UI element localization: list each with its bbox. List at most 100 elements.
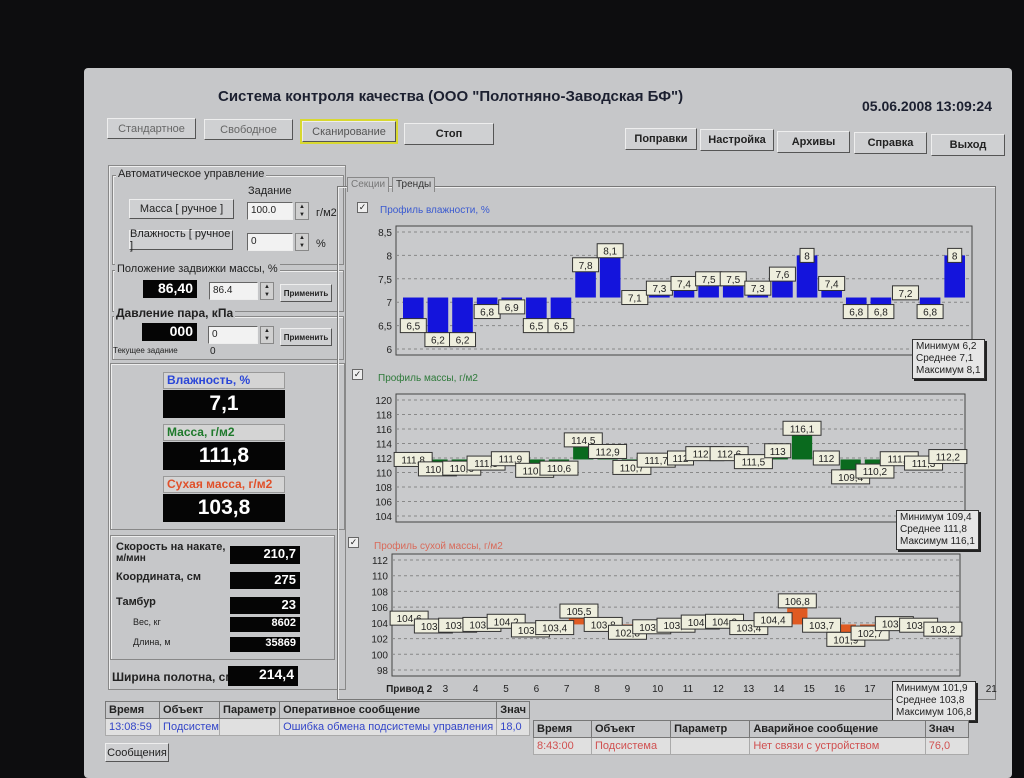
mode-scan-button[interactable]: Сканирование	[300, 119, 398, 144]
y-tick-label: 8	[386, 251, 392, 262]
table-row[interactable]: 8:43:00 Подсистема Нет связи с устройством…	[533, 737, 970, 755]
data-label: 103,7	[809, 621, 834, 632]
help-button[interactable]: Справка	[854, 132, 927, 154]
y-tick-label: 118	[376, 411, 392, 422]
cell-message: Ошибка обмена подсистемы управления	[279, 718, 498, 736]
data-label: 104,4	[761, 616, 786, 627]
operational-messages-table: Время Объект Параметр Оперативное сообщение…	[104, 701, 530, 736]
reel-label: Тамбур	[116, 596, 156, 608]
stat-max: Максимум 106,8	[896, 707, 972, 718]
width-label: Ширина полотна, см	[112, 670, 235, 684]
moisture-stats: Минимум 6,2 Среднее 7,1 Максимум 8,1	[912, 339, 985, 379]
speed-label: Скорость на накате,	[116, 541, 226, 553]
cell-value: 76,0	[924, 737, 970, 755]
moisture-manual-button[interactable]: Влажность [ ручное ]	[129, 228, 233, 252]
data-label: 6,8	[874, 308, 888, 319]
data-label: 111,5	[742, 458, 766, 469]
data-label: 6,5	[529, 322, 543, 333]
current-task-label: Текущее задание	[113, 346, 178, 355]
y-tick-label: 102	[371, 635, 388, 646]
y-tick-label: 116	[376, 425, 392, 436]
col-message: Аварийное сообщение	[749, 720, 926, 738]
mass-stats: Минимум 109,4 Среднее 111,8 Максимум 116,1	[896, 510, 979, 550]
current-task-value: 0	[210, 346, 216, 357]
x-tick-label: 16	[834, 684, 846, 695]
moisture-task-input[interactable]: 0	[247, 233, 293, 251]
messages-button[interactable]: Сообщения	[105, 743, 169, 762]
y-tick-label: 6,5	[378, 322, 392, 333]
tab-sections[interactable]: Секции	[347, 177, 390, 192]
y-tick-label: 98	[377, 666, 389, 677]
y-tick-label: 8,5	[378, 228, 392, 239]
cell-object: Подсистема	[159, 718, 221, 736]
stat-min: Минимум 6,2	[916, 341, 977, 352]
mass-manual-button[interactable]: Масса [ ручное ]	[129, 199, 234, 219]
valve-title: Положение задвижки массы, %	[115, 263, 280, 275]
data-label: 103,4	[542, 624, 567, 635]
stop-button[interactable]: Стоп	[404, 123, 494, 145]
chart-moisture-title: Профиль влажности, %	[380, 205, 490, 216]
col-message: Оперативное сообщение	[279, 701, 498, 719]
display-value: 103,8	[163, 494, 285, 522]
settings-button[interactable]: Настройка	[700, 129, 774, 151]
col-value: Знач	[496, 701, 530, 719]
stat-max: Максимум 116,1	[900, 536, 975, 547]
y-tick-label: 108	[375, 483, 392, 494]
valve-spinner[interactable]: ▲ ▼	[260, 282, 274, 300]
col-param: Параметр	[670, 720, 751, 738]
x-tick-label: 12	[713, 684, 725, 695]
mode-free-button[interactable]: Свободное	[204, 119, 293, 140]
mass-task-input[interactable]: 100.0	[247, 202, 293, 220]
corrections-button[interactable]: Поправки	[625, 128, 697, 150]
length-display: 35869	[230, 637, 300, 652]
data-label: 112,2	[936, 453, 961, 464]
stat-max: Максимум 8,1	[916, 365, 981, 376]
steam-apply-button[interactable]: Применить	[280, 328, 332, 346]
y-tick-label: 100	[371, 650, 388, 661]
mass-spinner[interactable]: ▲ ▼	[295, 202, 309, 220]
valve-input[interactable]: 86.4	[209, 282, 258, 300]
data-label: 8	[804, 251, 810, 262]
valve-apply-button[interactable]: Применить	[280, 284, 332, 302]
datetime: 05.06.2008 13:09:24	[862, 98, 992, 114]
col-object: Объект	[590, 720, 672, 738]
chart-dry-mass-checkbox[interactable]: ✓	[348, 537, 359, 548]
mode-standard-button[interactable]: Стандартное	[107, 118, 196, 139]
data-label: 6,5	[406, 322, 420, 333]
cell-time: 8:43:00	[533, 737, 592, 755]
archives-button[interactable]: Архивы	[777, 131, 850, 153]
data-label: 7,8	[579, 261, 593, 272]
data-label: 8	[952, 251, 958, 262]
x-tick-label: 21	[986, 684, 998, 695]
exit-button[interactable]: Выход	[931, 134, 1005, 156]
x-tick-label: 5	[503, 684, 509, 695]
col-time: Время	[104, 701, 161, 719]
data-label: 6,9	[505, 303, 519, 314]
stat-avg: Среднее 7,1	[916, 353, 974, 364]
x-tick-label: 11	[683, 684, 694, 695]
length-label: Длина, м	[133, 637, 171, 647]
y-tick-label: 6	[386, 345, 392, 356]
data-label: 6,2	[456, 336, 470, 347]
data-label: 6,8	[480, 308, 494, 319]
steam-input[interactable]: 0	[208, 326, 258, 344]
stat-avg: Среднее 103,8	[896, 695, 965, 706]
moisture-spinner[interactable]: ▲ ▼	[295, 233, 309, 251]
alarm-messages-table: Время Объект Параметр Аварийное сообщение Зн…	[533, 720, 970, 755]
chart-moisture-checkbox[interactable]: ✓	[357, 202, 368, 213]
y-tick-label: 114	[376, 440, 392, 451]
table-row[interactable]: 13:08:59 Подсистема Ошибка обмена подсисте…	[104, 718, 530, 736]
col-value: Знач	[924, 720, 970, 738]
steam-spinner[interactable]: ▲ ▼	[260, 326, 274, 344]
valve-display: 86,40	[143, 280, 197, 298]
y-tick-label: 112	[372, 556, 388, 567]
plot-area	[391, 553, 961, 677]
task-label: Задание	[248, 185, 292, 197]
x-tick-label: 4	[473, 684, 479, 695]
data-label: 6,2	[431, 336, 445, 347]
tab-trends[interactable]: Тренды	[392, 177, 436, 192]
dry-mass-stats: Минимум 101,9 Среднее 103,8 Максимум 106,8	[892, 681, 976, 721]
data-label: 105,5	[566, 607, 591, 618]
x-tick-label: 3	[443, 684, 449, 695]
display-label: Влажность, %	[163, 372, 285, 389]
